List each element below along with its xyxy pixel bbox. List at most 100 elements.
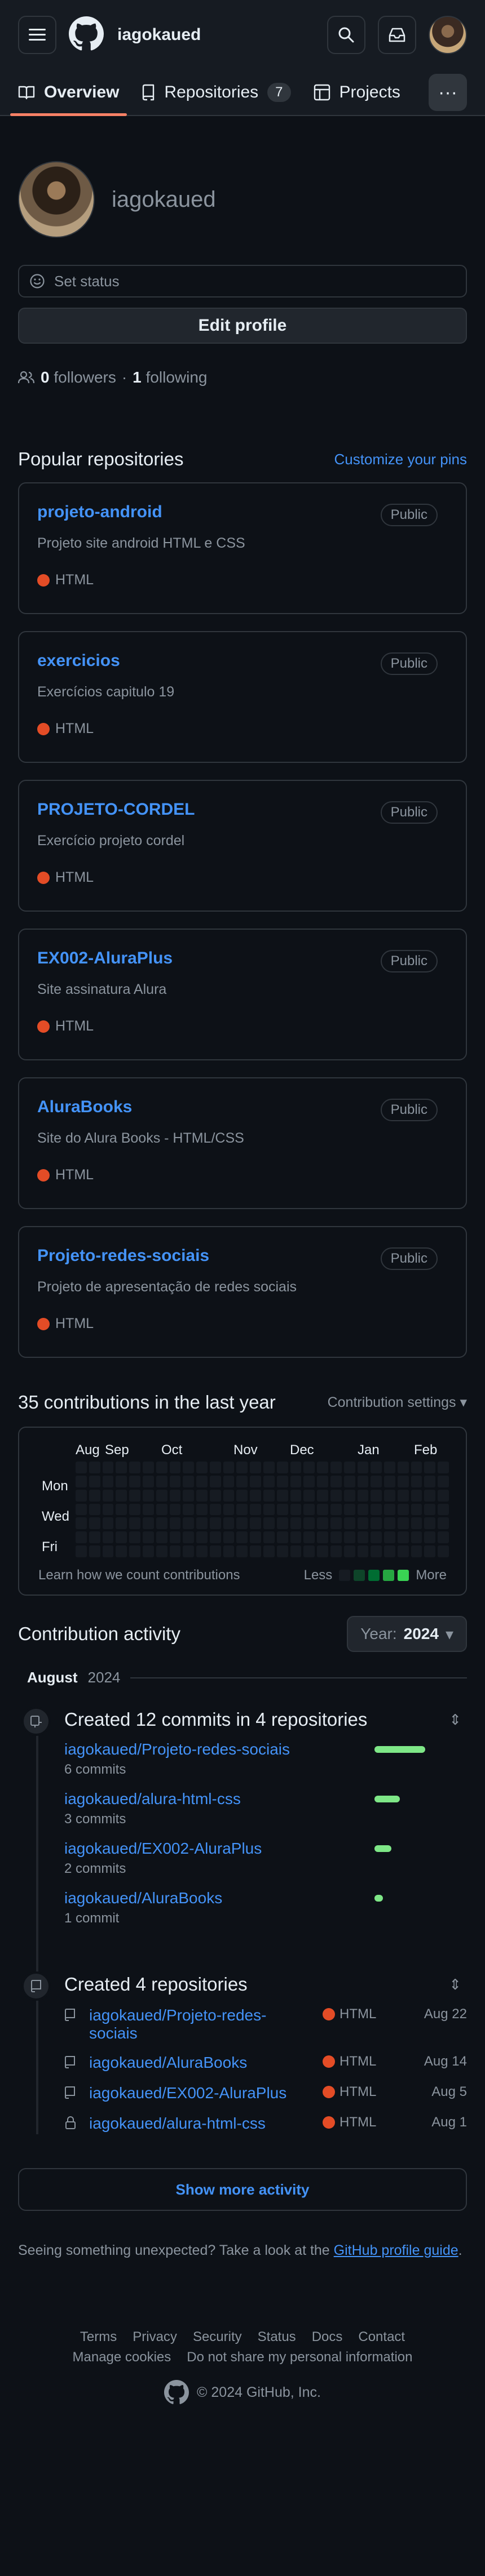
- contribution-day-cell[interactable]: [156, 1503, 167, 1516]
- contribution-day-cell[interactable]: [156, 1517, 167, 1530]
- contribution-day-cell[interactable]: [438, 1545, 449, 1557]
- pinned-repo-name-link[interactable]: AluraBooks: [37, 1098, 132, 1116]
- contribution-day-cell[interactable]: [397, 1475, 409, 1487]
- contribution-day-cell[interactable]: [116, 1545, 127, 1557]
- contribution-day-cell[interactable]: [290, 1545, 302, 1557]
- footer-link[interactable]: Security: [193, 2329, 242, 2345]
- contribution-day-cell[interactable]: [156, 1462, 167, 1473]
- contribution-day-cell[interactable]: [129, 1503, 140, 1516]
- github-logo-icon[interactable]: [69, 16, 104, 54]
- contribution-day-cell[interactable]: [223, 1531, 235, 1544]
- contribution-day-cell[interactable]: [330, 1545, 342, 1557]
- contribution-day-cell[interactable]: [142, 1475, 154, 1487]
- contribution-day-cell[interactable]: [209, 1462, 221, 1473]
- contribution-day-cell[interactable]: [102, 1531, 114, 1544]
- contribution-day-cell[interactable]: [343, 1531, 355, 1544]
- contribution-day-cell[interactable]: [357, 1475, 369, 1487]
- contribution-day-cell[interactable]: [116, 1517, 127, 1530]
- contribution-day-cell[interactable]: [411, 1531, 422, 1544]
- contribution-day-cell[interactable]: [384, 1503, 395, 1516]
- contribution-day-cell[interactable]: [209, 1475, 221, 1487]
- followers-link[interactable]: 0 followers: [41, 368, 116, 387]
- contribution-day-cell[interactable]: [196, 1545, 208, 1557]
- contribution-day-cell[interactable]: [196, 1503, 208, 1516]
- contribution-day-cell[interactable]: [384, 1462, 395, 1473]
- contribution-day-cell[interactable]: [250, 1489, 261, 1502]
- created-repo-link[interactable]: iagokaued/Projeto-redes-sociais: [89, 2006, 314, 2042]
- contribution-day-cell[interactable]: [209, 1545, 221, 1557]
- contribution-day-cell[interactable]: [129, 1531, 140, 1544]
- contribution-day-cell[interactable]: [142, 1545, 154, 1557]
- contribution-day-cell[interactable]: [169, 1503, 181, 1516]
- commit-repo-link[interactable]: iagokaued/AluraBooks: [64, 1889, 222, 1907]
- contribution-day-cell[interactable]: [250, 1545, 261, 1557]
- contribution-day-cell[interactable]: [384, 1545, 395, 1557]
- contribution-day-cell[interactable]: [183, 1517, 195, 1530]
- contribution-day-cell[interactable]: [424, 1531, 436, 1544]
- tab-repositories[interactable]: Repositories 7: [142, 70, 291, 115]
- contribution-day-cell[interactable]: [317, 1462, 328, 1473]
- contribution-day-cell[interactable]: [102, 1489, 114, 1502]
- contribution-day-cell[interactable]: [183, 1503, 195, 1516]
- contribution-day-cell[interactable]: [169, 1531, 181, 1544]
- contribution-day-cell[interactable]: [384, 1489, 395, 1502]
- contribution-day-cell[interactable]: [303, 1489, 315, 1502]
- contribution-day-cell[interactable]: [183, 1545, 195, 1557]
- contribution-day-cell[interactable]: [371, 1545, 382, 1557]
- contribution-day-cell[interactable]: [371, 1489, 382, 1502]
- contribution-day-cell[interactable]: [209, 1517, 221, 1530]
- contribution-settings-button[interactable]: Contribution settings ▾: [328, 1394, 467, 1411]
- contribution-day-cell[interactable]: [303, 1462, 315, 1473]
- menu-button[interactable]: [18, 16, 56, 54]
- contribution-day-cell[interactable]: [371, 1531, 382, 1544]
- created-repo-link[interactable]: iagokaued/alura-html-css: [89, 2115, 314, 2133]
- contribution-day-cell[interactable]: [183, 1475, 195, 1487]
- footer-link[interactable]: Privacy: [133, 2329, 177, 2345]
- pinned-repo-name-link[interactable]: projeto-android: [37, 503, 162, 521]
- contribution-day-cell[interactable]: [290, 1531, 302, 1544]
- footer-link[interactable]: Contact: [358, 2329, 405, 2345]
- contribution-day-cell[interactable]: [276, 1489, 288, 1502]
- fold-icon[interactable]: ⇕: [449, 1711, 461, 1729]
- contribution-day-cell[interactable]: [102, 1475, 114, 1487]
- contribution-day-cell[interactable]: [236, 1462, 248, 1473]
- contribution-day-cell[interactable]: [209, 1531, 221, 1544]
- contribution-day-cell[interactable]: [76, 1489, 87, 1502]
- contribution-day-cell[interactable]: [102, 1503, 114, 1516]
- commit-repo-link[interactable]: iagokaued/Projeto-redes-sociais: [64, 1740, 290, 1758]
- profile-guide-link[interactable]: GitHub profile guide: [334, 2242, 458, 2258]
- header-username[interactable]: iagokaued: [117, 25, 201, 45]
- contribution-day-cell[interactable]: [196, 1475, 208, 1487]
- contribution-day-cell[interactable]: [424, 1489, 436, 1502]
- pinned-repo-name-link[interactable]: PROJETO-CORDEL: [37, 800, 195, 819]
- set-status-button[interactable]: Set status: [18, 265, 467, 297]
- contribution-day-cell[interactable]: [276, 1545, 288, 1557]
- search-button[interactable]: [327, 16, 365, 54]
- contribution-day-cell[interactable]: [330, 1462, 342, 1473]
- contribution-day-cell[interactable]: [76, 1545, 87, 1557]
- contribution-day-cell[interactable]: [384, 1531, 395, 1544]
- tab-projects[interactable]: Projects: [314, 70, 400, 115]
- contribution-day-cell[interactable]: [397, 1531, 409, 1544]
- contribution-day-cell[interactable]: [236, 1517, 248, 1530]
- contribution-day-cell[interactable]: [236, 1503, 248, 1516]
- contribution-day-cell[interactable]: [263, 1489, 275, 1502]
- contribution-day-cell[interactable]: [438, 1489, 449, 1502]
- contribution-day-cell[interactable]: [424, 1517, 436, 1530]
- footer-link[interactable]: Manage cookies: [73, 2350, 171, 2365]
- contribution-day-cell[interactable]: [263, 1503, 275, 1516]
- tab-overview[interactable]: Overview: [10, 70, 127, 116]
- contribution-day-cell[interactable]: [317, 1489, 328, 1502]
- contribution-day-cell[interactable]: [343, 1462, 355, 1473]
- contribution-day-cell[interactable]: [169, 1462, 181, 1473]
- contribution-day-cell[interactable]: [129, 1489, 140, 1502]
- contribution-day-cell[interactable]: [169, 1475, 181, 1487]
- contribution-day-cell[interactable]: [116, 1489, 127, 1502]
- contribution-day-cell[interactable]: [290, 1462, 302, 1473]
- contribution-day-cell[interactable]: [196, 1517, 208, 1530]
- contribution-day-cell[interactable]: [116, 1503, 127, 1516]
- contribution-day-cell[interactable]: [89, 1489, 100, 1502]
- contribution-day-cell[interactable]: [276, 1531, 288, 1544]
- contribution-day-cell[interactable]: [411, 1489, 422, 1502]
- contribution-day-cell[interactable]: [236, 1475, 248, 1487]
